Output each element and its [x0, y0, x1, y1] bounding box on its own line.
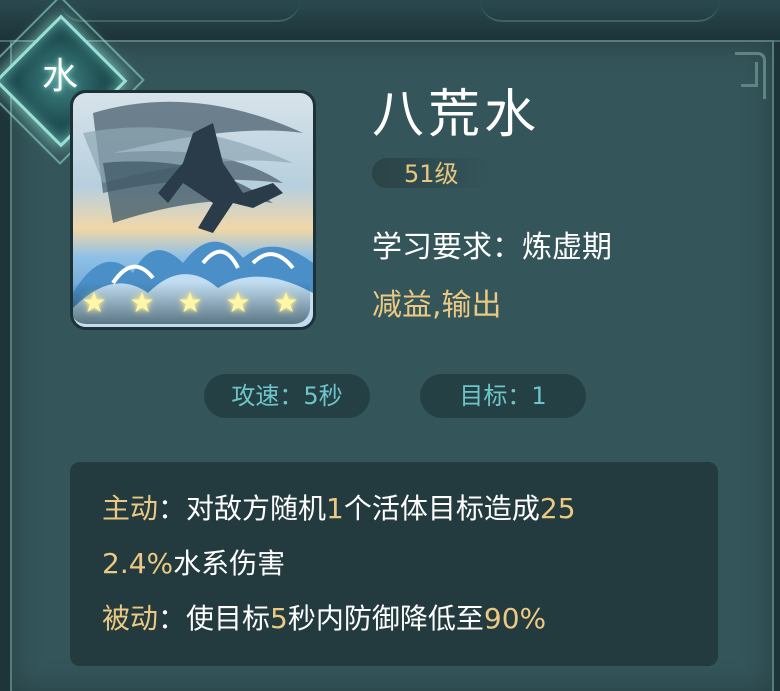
passive-text: ：使目标: [158, 602, 271, 635]
active-text: 个活体目标造成: [343, 492, 540, 525]
frame-ornament: [480, 0, 720, 22]
passive-label: 被动: [102, 602, 159, 635]
star-icon: ★: [81, 286, 107, 319]
corner-ornament: [741, 62, 758, 87]
star-icon: ★: [225, 286, 251, 319]
star-icon: ★: [177, 286, 203, 319]
passive-number: 5: [270, 602, 288, 635]
active-effect-line-2: 2.4%水系伤害: [102, 545, 285, 583]
target-count-stat: 目标：1: [420, 374, 586, 418]
skill-level: 51级: [404, 160, 459, 188]
skill-tags: 减益,输出: [372, 288, 502, 323]
skill-name: 八荒水: [372, 85, 541, 145]
active-text: 水系伤害: [173, 547, 286, 580]
active-text: ：对敌方随机: [158, 492, 327, 525]
top-frame: [0, 0, 780, 42]
passive-text: 秒内防御降低至: [287, 602, 484, 635]
frame-ornament: [60, 0, 300, 22]
star-rating: ★ ★ ★ ★ ★: [70, 282, 310, 324]
passive-effect-line: 被动：使目标5秒内防御降低至90%: [102, 600, 546, 638]
active-number: 25: [539, 492, 576, 525]
star-icon: ★: [129, 286, 155, 319]
learn-requirement: 学习要求：炼虚期: [372, 230, 612, 265]
active-effect-line: 主动：对敌方随机1个活体目标造成25: [102, 490, 576, 528]
active-label: 主动: [102, 492, 159, 525]
active-number: 1: [326, 492, 344, 525]
attack-speed-stat: 攻速：5秒: [204, 374, 370, 418]
star-icon: ★: [273, 286, 299, 319]
active-number: 2.4%: [102, 547, 174, 580]
passive-number: 90%: [483, 602, 547, 635]
